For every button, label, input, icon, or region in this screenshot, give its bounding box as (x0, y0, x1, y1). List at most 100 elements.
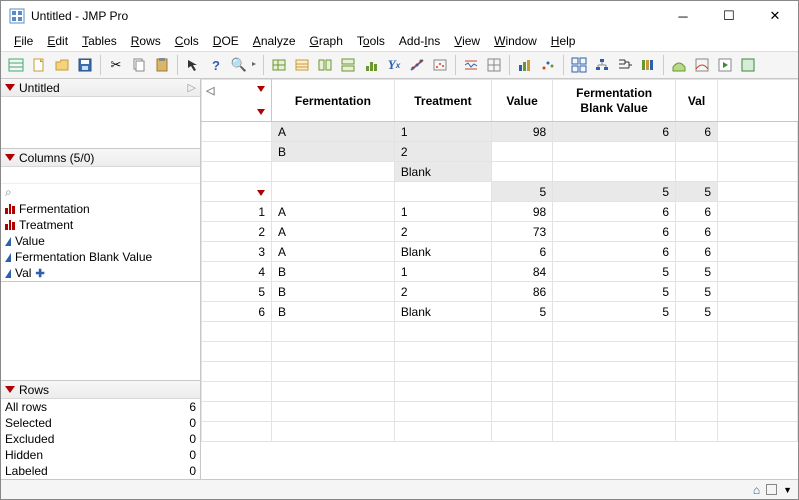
row-number[interactable]: 3 (202, 242, 272, 262)
data-row[interactable]: 6BBlank555 (202, 302, 798, 322)
column-item[interactable]: Fermentation (1, 201, 200, 217)
maximize-button[interactable]: ☐ (706, 1, 752, 31)
cell[interactable] (394, 182, 491, 202)
row-number[interactable]: 5 (202, 282, 272, 302)
dropdown-icon[interactable]: ▼ (783, 485, 792, 495)
toolbar-zoom-icon[interactable]: 🔍 (228, 54, 250, 76)
empty-row[interactable] (202, 382, 798, 402)
minimize-button[interactable]: ─ (660, 1, 706, 31)
menu-cols[interactable]: Cols (168, 32, 206, 50)
cell[interactable]: A (272, 202, 395, 222)
col-header-fermentation[interactable]: Fermentation (272, 80, 395, 122)
cell[interactable] (491, 162, 552, 182)
toolbar-gb-icon[interactable] (514, 54, 536, 76)
menu-edit[interactable]: Edit (40, 32, 75, 50)
cell[interactable]: 98 (491, 122, 552, 142)
cell[interactable]: 5 (676, 282, 718, 302)
cell[interactable]: 86 (491, 282, 552, 302)
summary-row[interactable]: A19866 (202, 122, 798, 142)
toolbar-model-icon[interactable] (429, 54, 451, 76)
cell[interactable]: 84 (491, 262, 552, 282)
cell[interactable] (676, 142, 718, 162)
red-triangle-icon[interactable] (257, 190, 265, 196)
toolbar-help-icon[interactable]: ? (205, 54, 227, 76)
toolbar-surface-icon[interactable] (668, 54, 690, 76)
row-stat[interactable]: Labeled0 (1, 463, 200, 479)
cell[interactable]: Blank (394, 242, 491, 262)
left-arrow-icon[interactable]: ◁ (206, 84, 214, 97)
cell[interactable]: A (272, 122, 395, 142)
empty-row[interactable] (202, 402, 798, 422)
menu-addins[interactable]: Add-Ins (392, 32, 447, 50)
toolbar-scatter-icon[interactable] (537, 54, 559, 76)
cell[interactable]: 5 (553, 262, 676, 282)
toolbar-cc-icon[interactable] (460, 54, 482, 76)
row-stat[interactable]: Excluded0 (1, 431, 200, 447)
cell[interactable]: 5 (676, 182, 718, 202)
data-row[interactable]: 5B28655 (202, 282, 798, 302)
cell[interactable]: 5 (553, 302, 676, 322)
cell[interactable]: Blank (394, 302, 491, 322)
col-header-treatment[interactable]: Treatment (394, 80, 491, 122)
row-number[interactable]: 2 (202, 222, 272, 242)
data-row[interactable]: 2A27366 (202, 222, 798, 242)
toolbar-dist-icon[interactable] (360, 54, 382, 76)
cell[interactable]: Blank (394, 162, 491, 182)
cell[interactable]: 2 (394, 142, 491, 162)
cell[interactable]: 2 (394, 222, 491, 242)
row-stat[interactable]: Selected0 (1, 415, 200, 431)
cell[interactable]: 5 (676, 262, 718, 282)
column-item[interactable]: Value (1, 233, 200, 249)
toolbar-save-icon[interactable] (74, 54, 96, 76)
columns-panel-header[interactable]: Columns (5/0) (1, 149, 200, 167)
toolbar-open-icon[interactable] (51, 54, 73, 76)
row-stat[interactable]: Hidden0 (1, 447, 200, 463)
empty-row[interactable] (202, 362, 798, 382)
cell[interactable]: 6 (491, 242, 552, 262)
checkbox-icon[interactable] (766, 484, 777, 495)
menu-analyze[interactable]: Analyze (246, 32, 303, 50)
cell[interactable]: 98 (491, 202, 552, 222)
rows-panel-header[interactable]: Rows (1, 381, 200, 399)
toolbar-table4-icon[interactable] (337, 54, 359, 76)
cell[interactable]: 6 (676, 222, 718, 242)
menu-tools[interactable]: Tools (350, 32, 392, 50)
menu-tables[interactable]: Tables (75, 32, 124, 50)
cell[interactable]: 5 (676, 302, 718, 322)
row-stat[interactable]: All rows6 (1, 399, 200, 415)
cell[interactable]: A (272, 242, 395, 262)
cell[interactable]: 1 (394, 122, 491, 142)
cell[interactable]: 5 (553, 282, 676, 302)
toolbar-cut-icon[interactable]: ✂ (105, 54, 127, 76)
cell[interactable]: B (272, 142, 395, 162)
toolbar-profiler-icon[interactable] (691, 54, 713, 76)
summary-row[interactable]: B2 (202, 142, 798, 162)
menu-help[interactable]: Help (544, 32, 583, 50)
toolbar-fitx-icon[interactable]: Yx (383, 54, 405, 76)
column-item[interactable]: Fermentation Blank Value (1, 249, 200, 265)
cell[interactable]: 6 (676, 122, 718, 142)
cell[interactable] (272, 182, 395, 202)
cell[interactable]: 6 (676, 242, 718, 262)
red-triangle-icon[interactable] (5, 386, 15, 393)
cell[interactable]: 73 (491, 222, 552, 242)
column-search-input[interactable] (1, 167, 200, 184)
toolbar-seq-icon[interactable] (637, 54, 659, 76)
cell[interactable]: 2 (394, 282, 491, 302)
menu-file[interactable]: File (7, 32, 40, 50)
toolbar-run-icon[interactable] (714, 54, 736, 76)
menu-doe[interactable]: DOE (206, 32, 246, 50)
toolbar-rowstate-icon[interactable] (5, 54, 27, 76)
cell[interactable]: 5 (491, 302, 552, 322)
summary-row[interactable]: 555 (202, 182, 798, 202)
empty-row[interactable] (202, 322, 798, 342)
cell[interactable]: B (272, 282, 395, 302)
column-item[interactable]: Treatment (1, 217, 200, 233)
menu-view[interactable]: View (447, 32, 487, 50)
row-number[interactable]: 1 (202, 202, 272, 222)
menu-graph[interactable]: Graph (303, 32, 350, 50)
toolbar-tree-icon[interactable] (591, 54, 613, 76)
menu-rows[interactable]: Rows (124, 32, 168, 50)
column-item[interactable]: Val ✚ (1, 265, 200, 281)
data-grid[interactable]: ◁ Fermentation Treatment Value Fermentat… (201, 79, 798, 442)
